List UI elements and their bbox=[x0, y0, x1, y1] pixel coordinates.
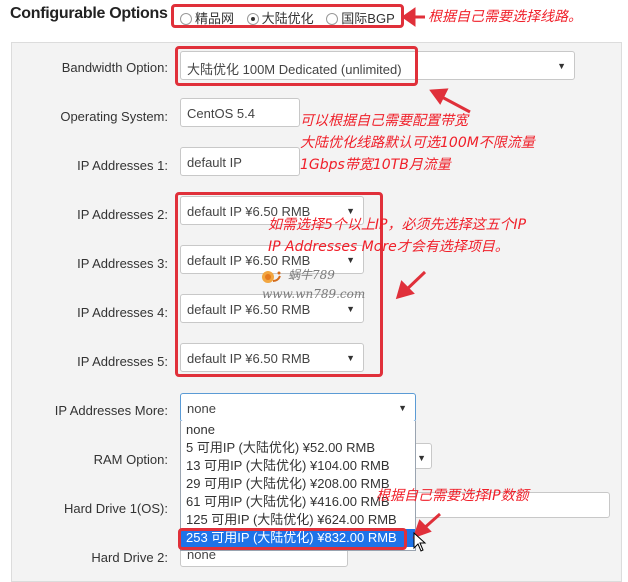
arrow-bandwidth-head bbox=[429, 88, 449, 105]
mouse-cursor-icon bbox=[413, 532, 427, 552]
annotation-arrows bbox=[395, 7, 471, 539]
arrow-bandwidth bbox=[439, 94, 471, 114]
arrow-route-head bbox=[401, 7, 416, 27]
